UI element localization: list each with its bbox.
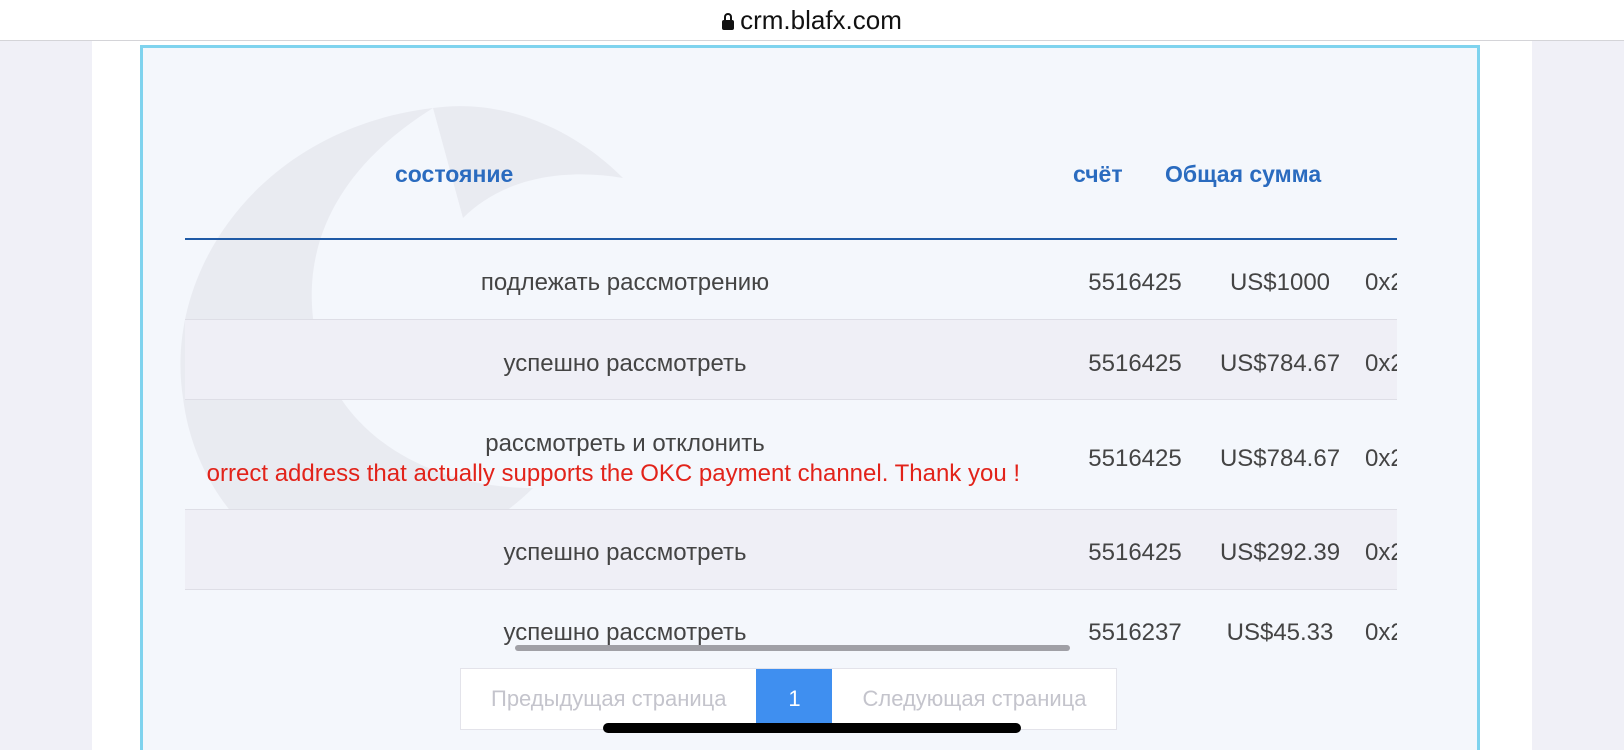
amount-cell: US$45.33 <box>1226 619 1334 646</box>
transactions-table[interactable]: состояние счёт Общая сумма подлежать рас… <box>185 88 1397 668</box>
reject-reason-text: orrect address that actually supports th… <box>206 460 1020 487</box>
address-cell: 0x23 <box>1365 350 1397 377</box>
column-header-status[interactable]: состояние <box>395 161 513 188</box>
account-cell: 5516237 <box>1088 619 1182 646</box>
table-header: состояние счёт Общая сумма <box>185 88 1397 240</box>
status-cell: успешно рассмотреть <box>503 539 747 566</box>
address-bar[interactable]: crm.blafx.com <box>0 0 1624 41</box>
amount-cell: US$784.67 <box>1219 445 1341 472</box>
lock-icon <box>722 13 735 30</box>
status-cell: успешно рассмотреть <box>503 350 747 377</box>
amount-cell: US$784.67 <box>1219 350 1341 377</box>
next-page-button[interactable]: Следующая страница <box>832 669 1116 729</box>
previous-page-button[interactable]: Предыдущая страница <box>461 669 756 729</box>
home-indicator[interactable] <box>603 723 1021 733</box>
account-cell: 5516425 <box>1088 269 1182 296</box>
table-row: рассмотреть и отклонить orrect address t… <box>185 400 1397 510</box>
table-row: успешно рассмотреть 5516237 US$45.33 0x2… <box>185 590 1398 668</box>
table-row: успешно рассмотреть 5516425 US$292.39 0x… <box>185 510 1397 590</box>
transactions-panel: состояние счёт Общая сумма подлежать рас… <box>140 45 1480 750</box>
pagination: Предыдущая страница 1 Следующая страница <box>460 668 1118 730</box>
column-header-total[interactable]: Общая сумма <box>1165 161 1321 188</box>
account-cell: 5516425 <box>1088 445 1182 472</box>
table-row: успешно рассмотреть 5516425 US$784.67 0x… <box>185 320 1397 400</box>
status-cell: подлежать рассмотрению <box>480 269 770 296</box>
address-cell: 0x23 <box>1365 619 1397 646</box>
url-text: crm.blafx.com <box>740 4 902 35</box>
column-header-account[interactable]: счёт <box>1073 161 1123 188</box>
table-row: подлежать рассмотрению 5516425 US$1000 0… <box>185 240 1397 320</box>
current-page-button[interactable]: 1 <box>756 669 833 729</box>
account-cell: 5516425 <box>1088 350 1182 377</box>
horizontal-scrollbar[interactable] <box>515 645 1070 651</box>
status-cell: рассмотреть и отклонить <box>485 430 765 457</box>
address-cell: 0x23 <box>1365 269 1397 296</box>
status-cell: успешно рассмотреть <box>503 619 747 646</box>
amount-cell: US$292.39 <box>1219 539 1341 566</box>
address-cell: 0x23 <box>1365 539 1397 566</box>
address-cell: 0x23 <box>1365 445 1397 472</box>
amount-cell: US$1000 <box>1229 269 1331 296</box>
account-cell: 5516425 <box>1088 539 1182 566</box>
